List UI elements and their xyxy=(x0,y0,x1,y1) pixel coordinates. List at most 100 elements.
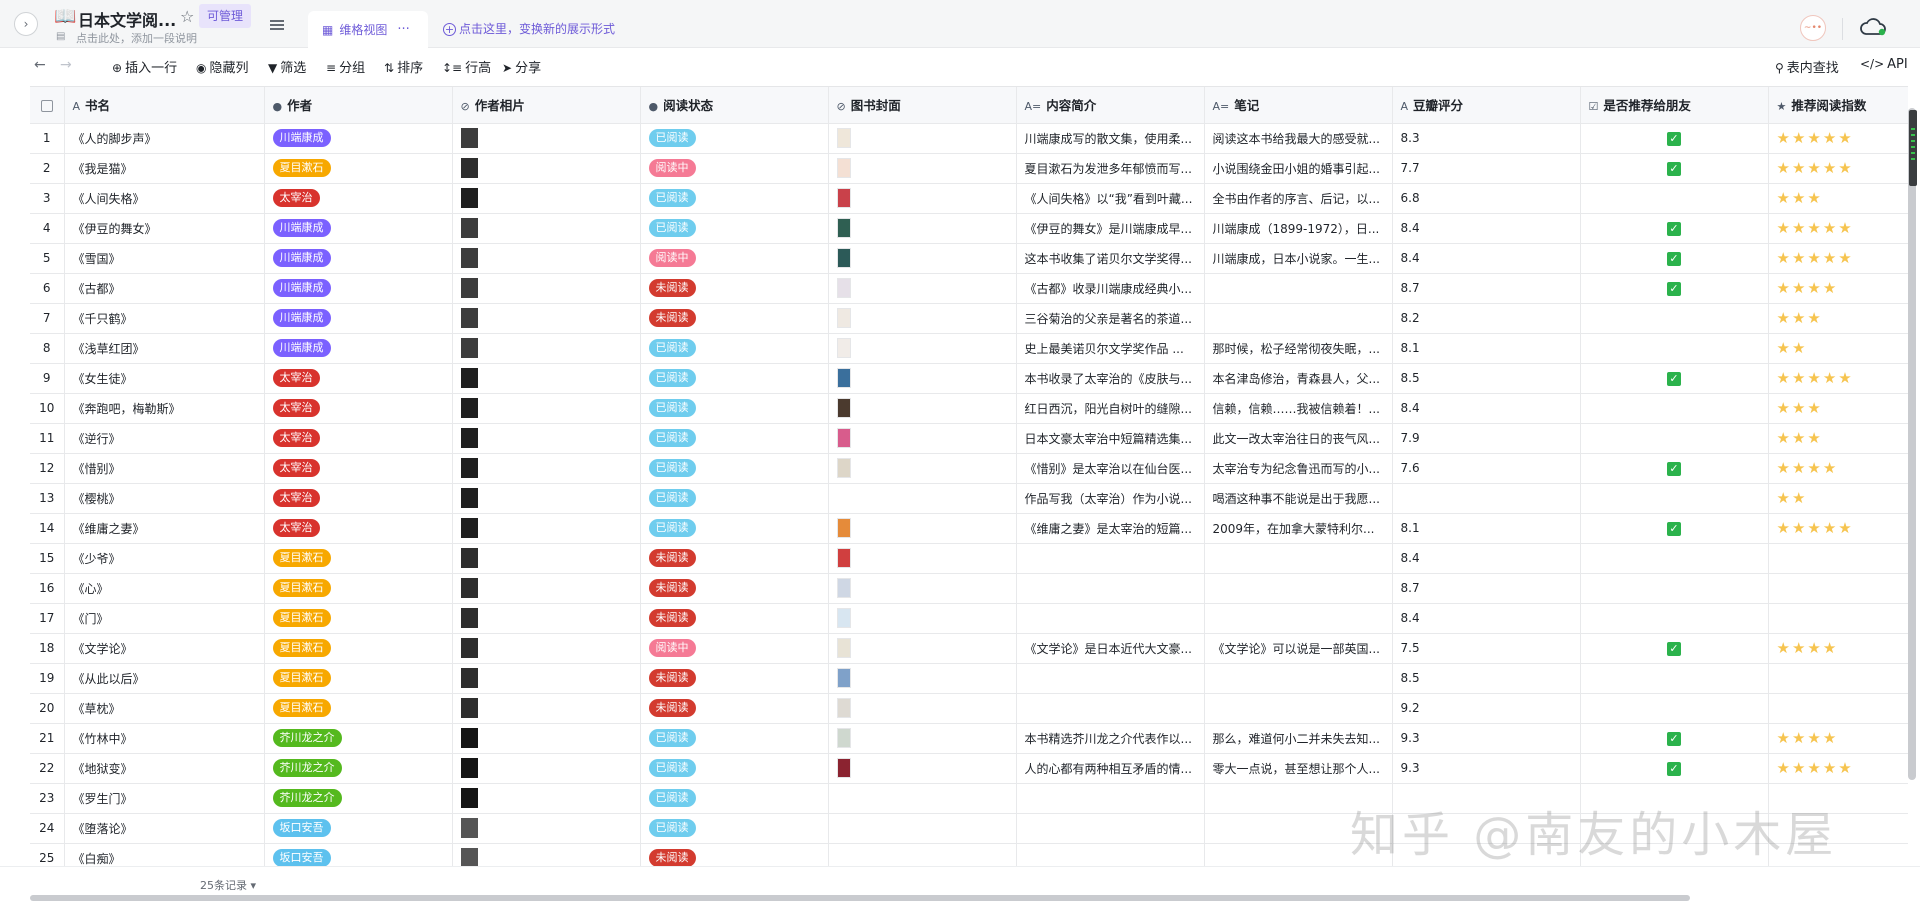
cell-book-cover[interactable] xyxy=(828,813,1017,844)
cell-author-photo[interactable] xyxy=(452,423,641,454)
column-header[interactable]: ● 作者 xyxy=(264,87,453,124)
filter-button[interactable]: ▼ 筛选 xyxy=(268,57,306,76)
cell-douban-score[interactable]: 8.7 xyxy=(1392,573,1581,604)
cell-author[interactable]: 夏目漱石 xyxy=(264,543,453,574)
cell-note[interactable]: 阅读这本书给我最大的感受就... xyxy=(1204,123,1393,154)
check-icon[interactable]: ✓ xyxy=(1667,281,1681,296)
cell-book-name[interactable]: 《千只鹤》 xyxy=(64,303,265,334)
cell-recommend[interactable]: ✓ xyxy=(1580,363,1769,394)
insert-row-button[interactable]: ⊕ 插入一行 xyxy=(112,57,177,76)
redo-icon[interactable]: → xyxy=(60,57,72,73)
cell-douban-score[interactable]: 8.4 xyxy=(1392,603,1581,634)
book-cover-thumbnail[interactable] xyxy=(836,518,851,538)
cell-note[interactable]: 那时候，松子经常彻夜失眠，... xyxy=(1204,333,1393,364)
cell-author-photo[interactable] xyxy=(452,153,641,184)
cell-note[interactable]: 小说围绕金田小姐的婚事引起... xyxy=(1204,153,1393,184)
cell-author[interactable]: 太宰治 xyxy=(264,453,453,484)
cell-reading-status[interactable]: 未阅读 xyxy=(640,303,829,334)
cell-summary[interactable] xyxy=(1016,783,1205,814)
cell-recommend[interactable]: ✓ xyxy=(1580,453,1769,484)
cell-book-name[interactable]: 《文学论》 xyxy=(64,633,265,664)
cell-rating[interactable] xyxy=(1768,693,1908,724)
cell-author-photo[interactable] xyxy=(452,393,641,424)
cell-douban-score[interactable]: 8.1 xyxy=(1392,333,1581,364)
cell-author-photo[interactable] xyxy=(452,513,641,544)
cell-rating[interactable]: ★★★★★ xyxy=(1768,213,1908,244)
cell-summary[interactable] xyxy=(1016,543,1205,574)
cell-author[interactable]: 川端康成 xyxy=(264,123,453,154)
cell-book-name[interactable]: 《樱桃》 xyxy=(64,483,265,514)
cell-author-photo[interactable] xyxy=(452,843,641,866)
cell-book-name[interactable]: 《门》 xyxy=(64,603,265,634)
cell-book-cover[interactable] xyxy=(828,843,1017,866)
cell-note[interactable]: 川端康成（1899-1972），日... xyxy=(1204,213,1393,244)
cell-book-name[interactable]: 《我是猫》 xyxy=(64,153,265,184)
cell-douban-score[interactable]: 7.5 xyxy=(1392,633,1581,664)
table-row[interactable]: 15 《少爷》 夏目漱石 未阅读 8.4 xyxy=(30,543,1908,574)
book-cover-thumbnail[interactable] xyxy=(836,218,851,238)
cell-author[interactable]: 夏目漱石 xyxy=(264,603,453,634)
cell-reading-status[interactable]: 未阅读 xyxy=(640,273,829,304)
cell-summary[interactable]: 本书精选芥川龙之介代表作以... xyxy=(1016,723,1205,754)
cell-reading-status[interactable]: 已阅读 xyxy=(640,333,829,364)
cell-rating[interactable] xyxy=(1768,603,1908,634)
author-photo-thumbnail[interactable] xyxy=(460,278,478,298)
cell-book-cover[interactable] xyxy=(828,123,1017,154)
cell-book-cover[interactable] xyxy=(828,453,1017,484)
cell-rating[interactable] xyxy=(1768,573,1908,604)
cell-reading-status[interactable]: 已阅读 xyxy=(640,513,829,544)
cell-reading-status[interactable]: 已阅读 xyxy=(640,723,829,754)
cell-summary[interactable]: 作品写我（太宰治）作为小说... xyxy=(1016,483,1205,514)
book-cover-thumbnail[interactable] xyxy=(836,158,851,178)
cell-summary[interactable] xyxy=(1016,663,1205,694)
cell-douban-score[interactable]: 8.3 xyxy=(1392,123,1581,154)
cell-author-photo[interactable] xyxy=(452,663,641,694)
cell-note[interactable]: 川端康成，日本小说家。一生... xyxy=(1204,243,1393,274)
cell-note[interactable] xyxy=(1204,303,1393,334)
datasheet-title[interactable]: 日本文学阅... xyxy=(78,7,176,31)
book-cover-thumbnail[interactable] xyxy=(836,458,851,478)
book-cover-thumbnail[interactable] xyxy=(836,128,851,148)
cell-note[interactable] xyxy=(1204,663,1393,694)
add-view-button[interactable]: + 点击这里，变换新的展示形式 xyxy=(443,20,615,37)
book-cover-thumbnail[interactable] xyxy=(836,578,851,598)
cell-book-cover[interactable] xyxy=(828,363,1017,394)
cell-douban-score[interactable]: 8.4 xyxy=(1392,543,1581,574)
cell-note[interactable]: 零大一点说，甚至想让那个人... xyxy=(1204,753,1393,784)
row-height-button[interactable]: ↕≡ 行高 xyxy=(442,57,491,76)
cell-note[interactable] xyxy=(1204,543,1393,574)
cell-summary[interactable]: 本书收录了太宰治的《皮肤与... xyxy=(1016,363,1205,394)
cell-author[interactable]: 夏目漱石 xyxy=(264,153,453,184)
description-text[interactable]: 点击此处，添加一段说明 xyxy=(76,30,197,46)
cell-summary[interactable] xyxy=(1016,813,1205,844)
book-cover-thumbnail[interactable] xyxy=(836,668,851,688)
cell-book-name[interactable]: 《草枕》 xyxy=(64,693,265,724)
cell-author-photo[interactable] xyxy=(452,123,641,154)
cell-author-photo[interactable] xyxy=(452,723,641,754)
column-header[interactable]: ☑ 是否推荐给朋友 xyxy=(1580,87,1769,124)
cell-book-cover[interactable] xyxy=(828,603,1017,634)
cell-summary[interactable]: 红日西沉，阳光自树叶的缝隙... xyxy=(1016,393,1205,424)
cell-book-cover[interactable] xyxy=(828,573,1017,604)
cell-rating[interactable]: ★★★ xyxy=(1768,423,1908,454)
cell-book-name[interactable]: 《奔跑吧，梅勒斯》 xyxy=(64,393,265,424)
cell-reading-status[interactable]: 已阅读 xyxy=(640,123,829,154)
column-header[interactable]: A 书名 xyxy=(64,87,265,124)
cell-book-name[interactable]: 《从此以后》 xyxy=(64,663,265,694)
author-photo-thumbnail[interactable] xyxy=(460,368,478,388)
cell-book-name[interactable]: 《人间失格》 xyxy=(64,183,265,214)
cell-recommend[interactable] xyxy=(1580,393,1769,424)
author-photo-thumbnail[interactable] xyxy=(460,848,478,866)
cell-summary[interactable]: 《伊豆的舞女》是川端康成早... xyxy=(1016,213,1205,244)
cell-book-cover[interactable] xyxy=(828,423,1017,454)
cell-book-cover[interactable] xyxy=(828,723,1017,754)
cell-summary[interactable] xyxy=(1016,573,1205,604)
cell-author-photo[interactable] xyxy=(452,633,641,664)
cell-recommend[interactable] xyxy=(1580,333,1769,364)
cell-author-photo[interactable] xyxy=(452,363,641,394)
cell-author[interactable]: 芥川龙之介 xyxy=(264,783,453,814)
cell-rating[interactable]: ★★★★★ xyxy=(1768,123,1908,154)
cell-reading-status[interactable]: 未阅读 xyxy=(640,663,829,694)
cell-book-name[interactable]: 《逆行》 xyxy=(64,423,265,454)
table-row[interactable]: 11 《逆行》 太宰治 已阅读 日本文豪太宰治中短篇精选集... 此文一改太宰治往日的丧气… xyxy=(30,423,1908,454)
